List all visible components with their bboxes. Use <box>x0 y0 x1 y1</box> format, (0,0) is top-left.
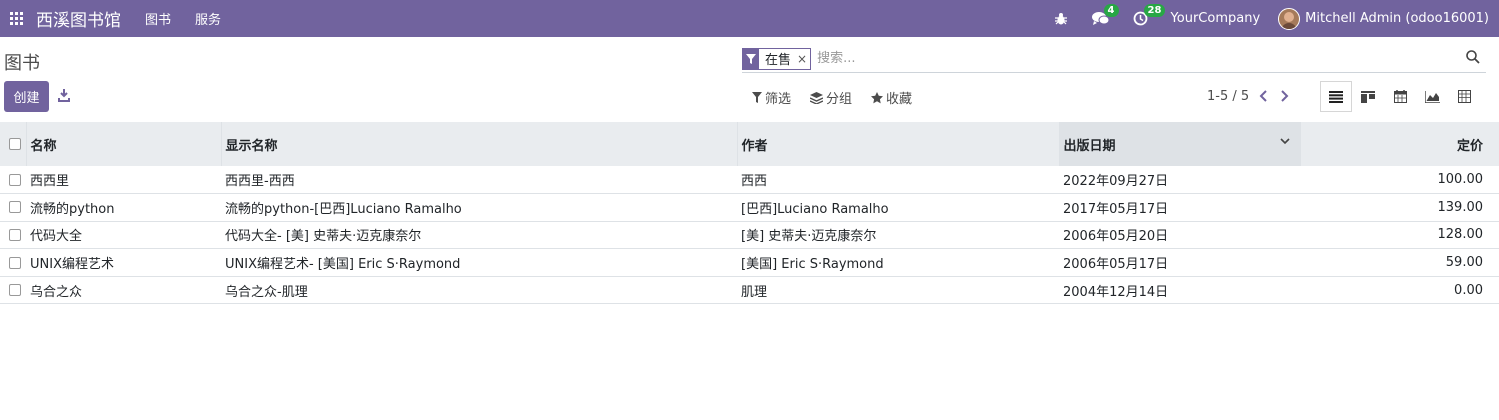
pivot-view-icon[interactable] <box>1448 81 1480 112</box>
menu-books[interactable]: 图书 <box>145 9 171 28</box>
cell-author: 肌理 <box>741 284 768 300</box>
cell-author: [美国] Eric S·Raymond <box>741 257 884 273</box>
column-header-name[interactable]: 名称 <box>25 122 221 166</box>
row-select-cell <box>0 166 26 194</box>
facet-value: 在售 <box>765 53 792 68</box>
favorites-label: 收藏 <box>886 92 913 107</box>
layers-icon <box>810 91 824 104</box>
table-row[interactable]: 西西里 西西里-西西 西西 2022年09月27日 100.00 <box>0 166 1499 194</box>
filter-icon <box>752 92 762 103</box>
row-checkbox[interactable] <box>9 201 21 214</box>
cell-author: 西西 <box>741 174 768 190</box>
star-icon <box>871 91 884 103</box>
groupby-button[interactable]: 分组 <box>810 88 852 107</box>
search-input[interactable] <box>817 47 1438 70</box>
table-row[interactable]: 乌合之众 乌合之众-肌理 肌理 2004年12月14日 0.00 <box>0 276 1499 304</box>
search-options: 筛选 分组 收藏 <box>752 88 931 107</box>
groupby-label: 分组 <box>826 92 853 107</box>
user-menu[interactable]: Mitchell Admin (odoo16001) <box>1278 7 1489 30</box>
chat-icon[interactable]: 4 <box>1091 0 1119 37</box>
cell-price: 0.00 <box>1454 282 1483 298</box>
page-title: 图书 <box>4 53 40 74</box>
row-checkbox[interactable] <box>9 173 21 186</box>
cell-price: 128.00 <box>1437 227 1484 243</box>
cell-price: 139.00 <box>1437 199 1484 215</box>
row-checkbox[interactable] <box>9 284 21 297</box>
table-row[interactable]: UNIX编程艺术 UNIX编程艺术- [美国] Eric S·Raymond [… <box>0 249 1499 277</box>
cell-display-name: UNIX编程艺术- [美国] Eric S·Raymond <box>225 257 461 273</box>
graph-view-icon[interactable] <box>1416 81 1448 112</box>
row-select-cell <box>0 249 26 277</box>
cell-name: UNIX编程艺术 <box>30 257 114 273</box>
cell-date: 2017年05月17日 <box>1063 201 1169 217</box>
cell-author: [巴西]Luciano Ramalho <box>741 201 889 217</box>
app-brand[interactable]: 西溪图书馆 <box>36 6 121 31</box>
top-navbar: 西溪图书馆 图书 服务 4 28 YourCompany Mitchell Ad… <box>0 0 1499 37</box>
cell-display-name: 代码大全- [美] 史蒂夫·迈克康奈尔 <box>225 229 422 245</box>
row-select-cell <box>0 194 26 222</box>
download-icon[interactable] <box>58 89 72 103</box>
table-header-row: 名称 显示名称 作者 出版日期 定价 <box>0 122 1499 166</box>
row-select-cell <box>0 276 26 304</box>
chevron-right-icon[interactable] <box>1277 88 1293 104</box>
filters-button[interactable]: 筛选 <box>752 88 791 107</box>
cell-name: 西西里 <box>30 174 70 190</box>
cell-date: 2006年05月20日 <box>1063 229 1169 245</box>
activities-badge: 28 <box>1143 4 1166 17</box>
pager: 1-5 / 5 <box>1207 88 1293 104</box>
chevron-down-icon <box>1279 138 1290 145</box>
cell-name: 流畅的python <box>30 201 115 217</box>
cell-date: 2022年09月27日 <box>1063 174 1169 190</box>
cell-price: 59.00 <box>1445 255 1483 271</box>
column-header-date[interactable]: 出版日期 <box>1058 122 1300 166</box>
cell-display-name: 流畅的python-[巴西]Luciano Ramalho <box>225 201 462 217</box>
cell-display-name: 乌合之众-肌理 <box>225 284 308 300</box>
facet-remove-button[interactable]: × <box>795 49 810 69</box>
column-header-date-label: 出版日期 <box>1063 138 1116 154</box>
column-header-author[interactable]: 作者 <box>736 122 1059 166</box>
kanban-view-icon[interactable] <box>1352 81 1384 112</box>
apps-grid-icon[interactable] <box>4 0 28 37</box>
row-select-cell <box>0 221 26 249</box>
messages-badge: 4 <box>1103 4 1119 17</box>
search-bar: 在售 × <box>742 45 1486 73</box>
calendar-view-icon[interactable] <box>1384 81 1416 112</box>
menu-services[interactable]: 服务 <box>195 9 221 28</box>
chevron-left-icon[interactable] <box>1255 88 1271 104</box>
cell-display-name: 西西里-西西 <box>225 174 295 190</box>
filters-label: 筛选 <box>765 92 792 107</box>
column-header-display-name[interactable]: 显示名称 <box>220 122 737 166</box>
list-view-icon[interactable] <box>1320 81 1352 112</box>
row-checkbox[interactable] <box>9 228 21 241</box>
cell-name: 乌合之众 <box>30 284 83 300</box>
view-switcher <box>1320 81 1480 112</box>
company-switcher[interactable]: YourCompany <box>1171 11 1261 26</box>
table-row[interactable]: 代码大全 代码大全- [美] 史蒂夫·迈克康奈尔 [美] 史蒂夫·迈克康奈尔 2… <box>0 221 1499 249</box>
column-header-price[interactable]: 定价 <box>1299 122 1499 166</box>
select-all-checkbox[interactable] <box>9 138 21 150</box>
clock-icon[interactable]: 28 <box>1131 0 1166 37</box>
cell-price: 100.00 <box>1437 172 1484 188</box>
search-icon[interactable] <box>1466 50 1482 66</box>
pager-value[interactable]: 1-5 / 5 <box>1207 89 1249 104</box>
cell-date: 2006年05月17日 <box>1063 257 1169 273</box>
avatar <box>1278 7 1301 30</box>
table-row[interactable]: 流畅的python 流畅的python-[巴西]Luciano Ramalho … <box>0 194 1499 222</box>
navbar-systray: 4 28 YourCompany Mitchell Admin (odoo160… <box>1051 0 1499 37</box>
books-list: 名称 显示名称 作者 出版日期 定价 西西里 西西里-西西 西西 2022年09… <box>0 122 1499 304</box>
favorites-button[interactable]: 收藏 <box>871 88 912 107</box>
filter-icon <box>743 48 759 69</box>
bug-icon[interactable] <box>1051 0 1071 37</box>
user-name: Mitchell Admin (odoo16001) <box>1305 11 1489 26</box>
books-table: 名称 显示名称 作者 出版日期 定价 西西里 西西里-西西 西西 2022年09… <box>0 122 1499 304</box>
cell-name: 代码大全 <box>30 229 83 245</box>
row-checkbox[interactable] <box>9 256 21 269</box>
select-all-cell <box>0 122 26 166</box>
cell-author: [美] 史蒂夫·迈克康奈尔 <box>741 229 877 245</box>
search-facet: 在售 × <box>742 47 812 70</box>
cell-date: 2004年12月14日 <box>1063 284 1169 300</box>
create-button[interactable]: 创建 <box>4 81 49 112</box>
